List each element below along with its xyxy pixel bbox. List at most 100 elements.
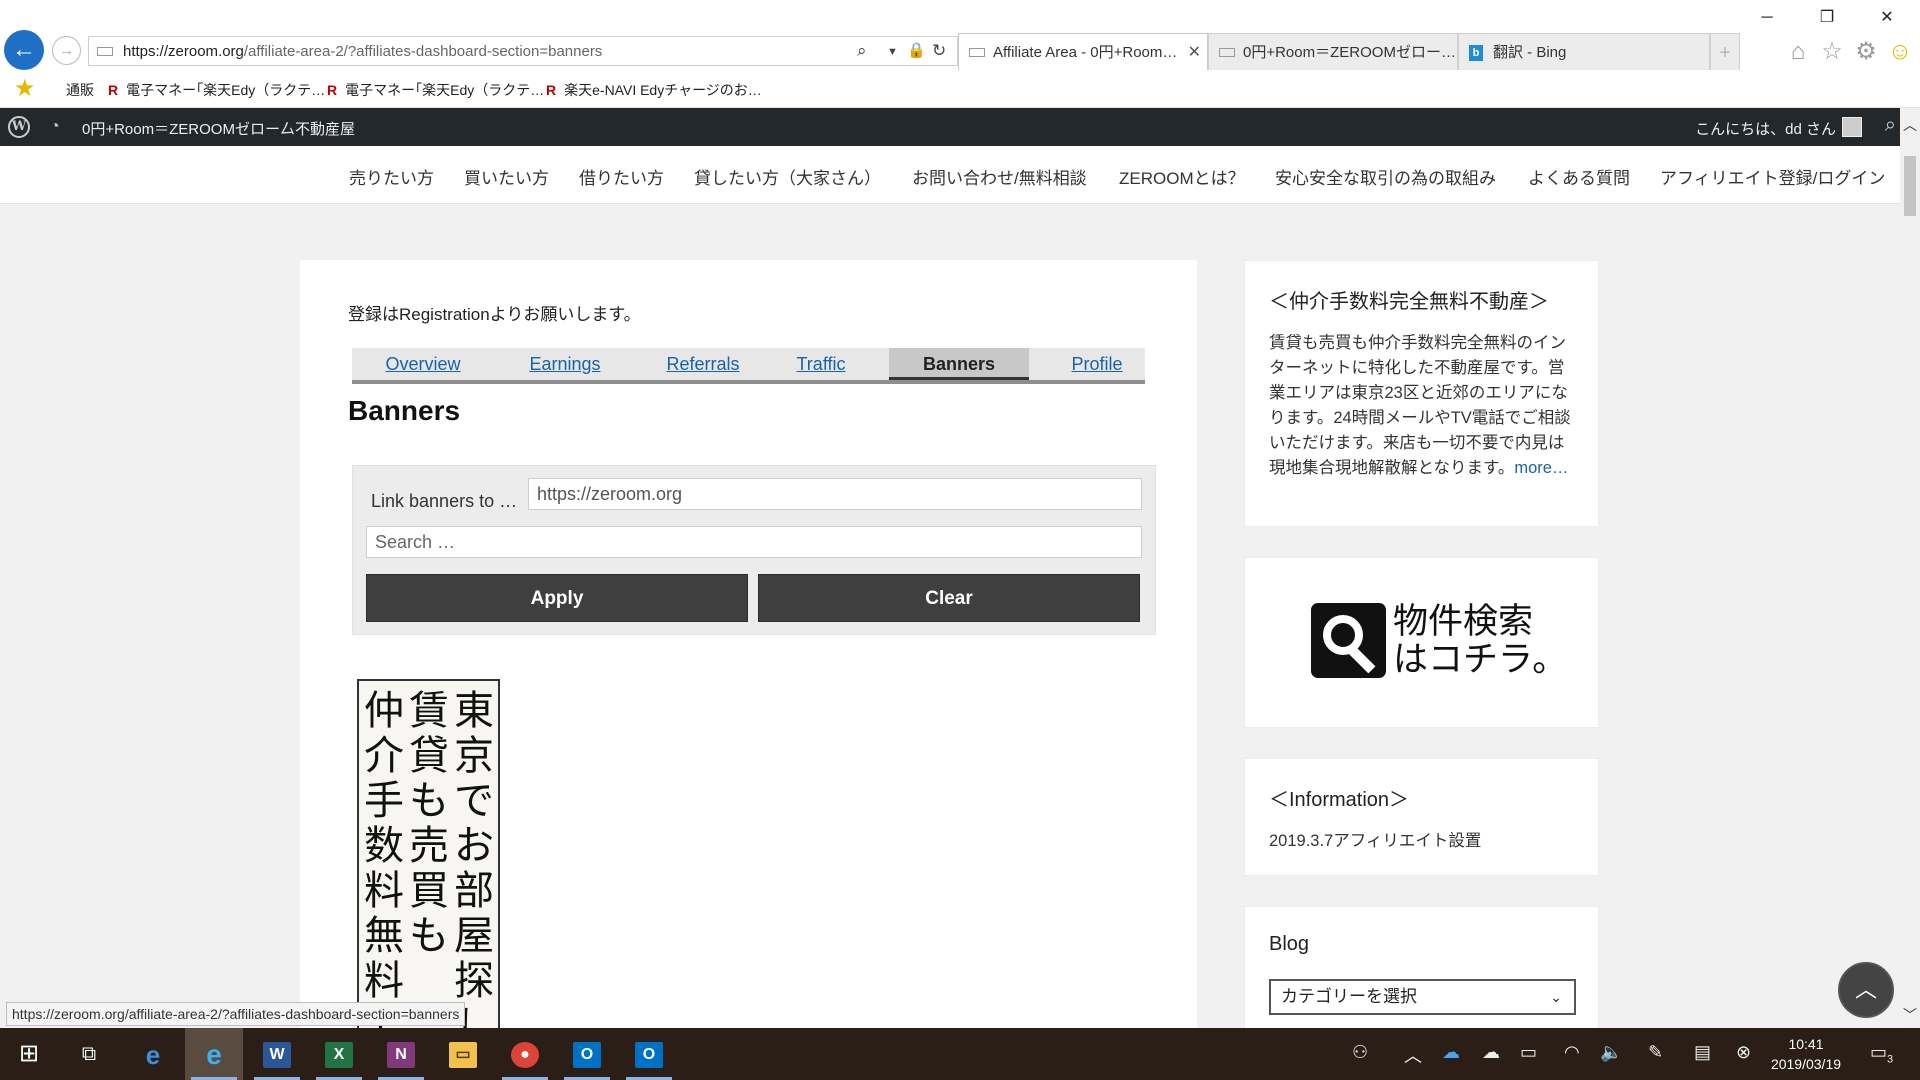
info-title: ＜Information＞ [1269, 789, 1410, 811]
page-scrollbar[interactable]: ︿ ﹀ [1900, 108, 1920, 1028]
about-text: 賃貸も売買も仲介手数料完全無料のインターネットに特化した不動産屋です。営業エリア… [1269, 334, 1571, 477]
nav-item-affiliate[interactable]: アフィリエイト登録/ログイン [1660, 164, 1885, 189]
nav-item-landlord[interactable]: 貸したい方（大家さん） [694, 164, 881, 189]
address-url: https://zeroom.org/affiliate-area-2/?aff… [123, 43, 603, 60]
tab-label: Affiliate Area - 0円+Room… [993, 44, 1178, 61]
nav-item-sell[interactable]: 売りたい方 [349, 164, 434, 189]
new-tab-button[interactable]: ＋ [1710, 33, 1740, 70]
ime-icon[interactable]: ⊗ [1736, 1042, 1751, 1063]
site-name-link[interactable]: 0円+Room＝ZEROOMゼロー厶不動産屋 [82, 118, 355, 139]
tab-label: 0円+Room＝ZEROOMゼロー… [1243, 44, 1456, 61]
system-clock[interactable]: 10:41 2019/03/19 [1768, 1034, 1844, 1074]
dashboard-icon[interactable]: ◔ [50, 118, 60, 136]
battery-icon[interactable]: ▭ [1520, 1042, 1537, 1063]
lock-icon[interactable]: 🔒 [907, 41, 926, 59]
minimize-button[interactable]: ─ [1752, 6, 1782, 30]
clear-button[interactable]: Clear [758, 574, 1140, 622]
nav-item-contact[interactable]: お問い合わせ/無料相談 [912, 164, 1087, 189]
status-bar-url: https://zeroom.org/affiliate-area-2/?aff… [6, 1002, 466, 1026]
onedrive-icon[interactable]: ☁ [1442, 1042, 1460, 1063]
wifi-icon[interactable]: ◠ [1564, 1042, 1580, 1063]
chevron-down-icon: ⌄ [1550, 989, 1562, 1005]
favorites-star-icon[interactable]: ☆ [1818, 38, 1846, 66]
tab-banners[interactable]: Banners [889, 348, 1029, 380]
nav-item-rent[interactable]: 借りたい方 [579, 164, 664, 189]
forward-button[interactable]: → [52, 36, 81, 65]
affiliate-banner-image[interactable]: 東京でお部屋探し 賃貸も売買も 仲介手数料無料で [357, 679, 500, 1040]
tab-overview[interactable]: Overview [368, 348, 478, 380]
close-window-button[interactable]: ✕ [1872, 6, 1902, 30]
show-hidden-icons-icon[interactable]: ︿ [1404, 1042, 1422, 1068]
rakuten-icon: R [108, 82, 119, 98]
tab-affiliate-area[interactable]: Affiliate Area - 0円+Room… ✕ [958, 33, 1208, 70]
nav-item-safety[interactable]: 安心安全な取引の為の取組み [1275, 164, 1496, 189]
chrome-icon[interactable]: ● [496, 1028, 554, 1080]
pen-icon[interactable]: ✎ [1648, 1042, 1663, 1063]
account-greeting[interactable]: こんにちは、dd さん [1695, 118, 1836, 139]
volume-icon[interactable]: 🔈 [1600, 1042, 1622, 1063]
rakuten-icon: R [327, 82, 338, 98]
favorite-item[interactable]: R 電子マネー｢楽天Edy（ラクテ… [108, 80, 325, 100]
link-url-input[interactable]: https://zeroom.org [528, 478, 1142, 510]
nav-item-about[interactable]: ZEROOMとは？ [1119, 164, 1245, 189]
tab-referrals[interactable]: Referrals [648, 348, 758, 380]
edge-icon[interactable]: e [124, 1028, 182, 1080]
refresh-icon[interactable]: ↻ [932, 41, 946, 61]
excel-icon[interactable]: X [310, 1028, 368, 1080]
back-to-top-button[interactable]: ︿ [1838, 962, 1894, 1018]
wordpress-logo-icon[interactable]: W [8, 116, 30, 138]
tab-favicon [969, 48, 985, 57]
favorite-item[interactable]: 通販 [66, 80, 94, 100]
category-select[interactable]: カテゴリーを選択 ⌄ [1269, 979, 1576, 1015]
more-link[interactable]: more… [1514, 459, 1568, 477]
property-search-widget[interactable]: 物件検索 はコチラ。 [1244, 557, 1599, 728]
address-bar[interactable]: https://zeroom.org/affiliate-area-2/?aff… [88, 36, 958, 66]
about-title: ＜仲介手数料完全無料不動産＞ [1269, 291, 1549, 313]
word-icon[interactable]: W [248, 1028, 306, 1080]
action-center-icon[interactable]: ▭3 [1870, 1042, 1893, 1066]
wp-admin-bar: W ◔ 0円+Room＝ZEROOMゼロー厶不動産屋 こんにちは、dd さん ⌕ [0, 108, 1920, 146]
internet-explorer-icon[interactable]: e [185, 1028, 243, 1080]
home-icon[interactable]: ⌂ [1784, 38, 1812, 66]
scroll-up-icon[interactable]: ︿ [1902, 116, 1918, 134]
search-icon [1311, 603, 1386, 678]
tab-zeroom[interactable]: 0円+Room＝ZEROOMゼロー… [1208, 33, 1458, 70]
apply-button[interactable]: Apply [366, 574, 748, 622]
cloud-sync-icon[interactable]: ☁ [1482, 1042, 1500, 1063]
banner-text-line: 賃貸も売買も [409, 688, 449, 959]
scroll-down-icon[interactable]: ﹀ [1902, 1006, 1918, 1024]
people-icon[interactable]: ⚇ [1352, 1042, 1368, 1063]
search-icon[interactable]: ⌕ [1885, 114, 1896, 137]
search-icon[interactable]: ⌕ [857, 41, 867, 61]
link-banners-label: Link banners to … [371, 491, 518, 511]
dropdown-icon[interactable]: ▼ [887, 46, 898, 58]
gear-icon[interactable]: ⚙ [1852, 38, 1880, 66]
scrollbar-thumb[interactable] [1904, 156, 1916, 216]
close-tab-icon[interactable]: ✕ [1188, 34, 1201, 70]
favorite-item[interactable]: R 電子マネー｢楽天Edy（ラクテ… [327, 80, 544, 100]
outlook-icon[interactable]: O [558, 1028, 616, 1080]
restore-button[interactable]: ❐ [1812, 6, 1842, 30]
tab-label: 翻訳 - Bing [1493, 44, 1567, 61]
outlook-icon[interactable]: O [620, 1028, 678, 1080]
start-button[interactable]: ⊞ [0, 1028, 58, 1080]
tab-bing[interactable]: b 翻訳 - Bing [1458, 33, 1710, 70]
nav-item-faq[interactable]: よくある質問 [1528, 164, 1630, 189]
back-button[interactable]: ← [4, 30, 44, 70]
tab-profile[interactable]: Profile [1042, 348, 1152, 380]
keyboard-icon[interactable]: ▤ [1694, 1042, 1711, 1063]
favorite-item[interactable]: R 楽天e-NAVI Edyチャージのお… [546, 80, 762, 100]
windows-taskbar: ⊞ ⧉ e e W X N ▭ ● O O ⚇ ︿ ☁ ☁ ▭ ◠ 🔈 ✎ ▤ … [0, 1028, 1920, 1080]
favorites-add-icon[interactable]: ★ [14, 76, 36, 102]
nav-item-buy[interactable]: 買いたい方 [464, 164, 549, 189]
site-navigation: 売りたい方 買いたい方 借りたい方 貸したい方（大家さん） お問い合わせ/無料相… [0, 146, 1900, 204]
search-input[interactable]: Search … [366, 526, 1142, 558]
tab-favicon [1219, 48, 1235, 57]
avatar[interactable] [1842, 117, 1862, 137]
tab-traffic[interactable]: Traffic [776, 348, 866, 380]
tab-earnings[interactable]: Earnings [510, 348, 620, 380]
file-explorer-icon[interactable]: ▭ [434, 1028, 492, 1080]
smiley-feedback-icon[interactable]: ☺ [1886, 38, 1914, 66]
onenote-icon[interactable]: N [372, 1028, 430, 1080]
task-view-icon[interactable]: ⧉ [60, 1028, 118, 1080]
